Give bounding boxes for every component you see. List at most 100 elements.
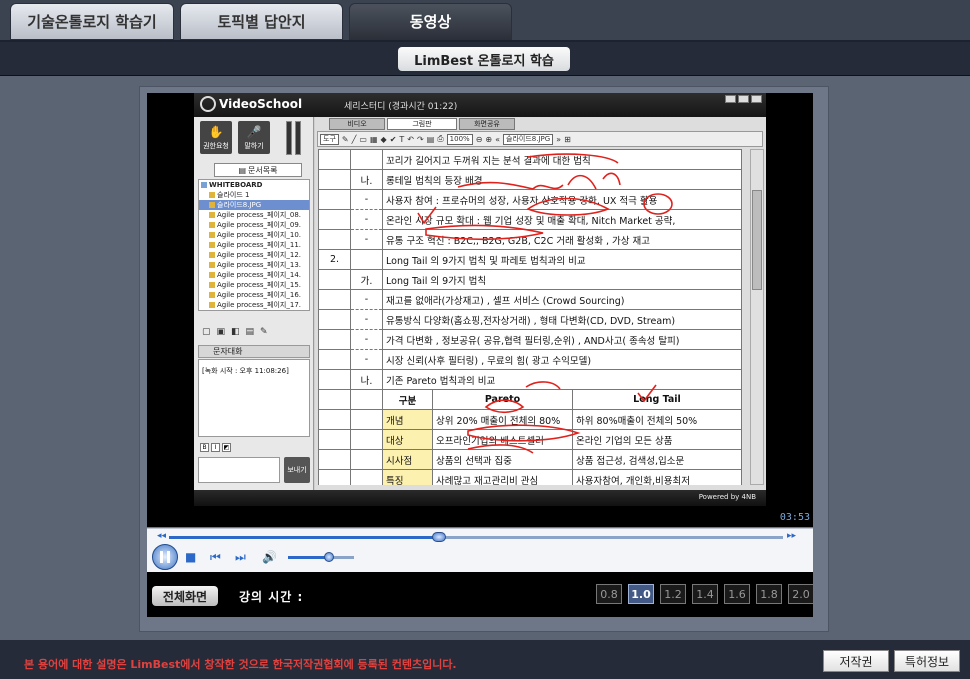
slide-row-text: 재고를 없애라(가상재고) , 셀프 서비스 (Crowd Sourcing): [382, 289, 742, 310]
volume-knob[interactable]: [323, 552, 334, 562]
doc-list-item[interactable]: 슬라이드 1: [199, 190, 309, 200]
session-info: 세리스터디 (경과시간 01:22): [344, 102, 458, 112]
videoschool-logo: VideoSchool: [200, 96, 302, 112]
slide-row-text: Long Tail 의 9가지 법칙 및 파레토 법칙과의 비교: [382, 249, 742, 270]
slide-row-text: 가격 다변화 , 정보공유( 공유,협력 필터링,순위) , AND사고( 종속…: [382, 329, 742, 350]
zoom-in-icon[interactable]: ⊕: [485, 135, 492, 144]
fast-forward-icon[interactable]: ▸▸: [787, 531, 796, 541]
patent-info-button[interactable]: 특허정보: [894, 650, 960, 672]
speak-button[interactable]: 🎤 말하기: [238, 121, 270, 154]
slide-row: - 유통 구조 혁신 : B2C,, B2G, G2B, C2C 거래 활성화 ,…: [318, 229, 742, 250]
slide-row-text: 기존 Pareto 법칙과의 비교: [382, 369, 742, 390]
compare-header: Long Tail: [572, 389, 742, 410]
compare-label: 특징: [382, 469, 433, 485]
pause-button[interactable]: [152, 544, 178, 570]
document-icon: ▤: [238, 165, 247, 175]
tab-video-view[interactable]: 비디오: [329, 118, 385, 130]
doc-list-item[interactable]: WHITEBOARD: [199, 180, 309, 190]
slide-row-text: 사용자 참여 : 프로슈머의 성장, 사용자 상호작용 강화, UX 적극 활용: [382, 189, 742, 210]
doc-list-item[interactable]: 슬라이드11.JPG: [199, 310, 309, 311]
audio-level-sliders[interactable]: [286, 121, 301, 155]
tab-video[interactable]: 동영상: [349, 3, 512, 40]
chat-input[interactable]: [198, 457, 280, 483]
doc-list-item[interactable]: Agile process_페이지_16.: [199, 290, 309, 300]
doc-list-item[interactable]: Agile process_페이지_08.: [199, 210, 309, 220]
rewind-icon[interactable]: ◂◂: [157, 531, 166, 541]
microphone-icon: 🎤: [246, 125, 262, 139]
compare-longtail: 사용자참여, 개인화,비용최저: [572, 469, 742, 485]
speed-button[interactable]: 1.6: [724, 584, 750, 604]
prev-page-icon[interactable]: «: [495, 135, 500, 144]
next-icon[interactable]: ⏭: [235, 551, 246, 563]
page-icon[interactable]: ▤: [427, 135, 435, 144]
redo-icon[interactable]: ↷: [417, 135, 424, 144]
tab-screen-share[interactable]: 화면공유: [459, 118, 515, 130]
tool-select[interactable]: 도구: [320, 133, 339, 145]
fullscreen-button[interactable]: 전체화면: [152, 586, 218, 606]
hand-icon: ✋: [208, 125, 224, 139]
compare-row: 개념 상위 20% 매출이 전체의 80% 하위 80%매출이 전체의 50%: [318, 409, 742, 430]
slide-row: 가. Long Tail 의 9가지 법칙: [318, 269, 742, 290]
doc-list-item[interactable]: Agile process_페이지_17.: [199, 300, 309, 310]
undo-icon[interactable]: ↶: [407, 135, 414, 144]
slide-row-number: [318, 349, 351, 370]
top-tab-bar: 기술온톨로지 학습기 토픽별 답안지 동영상: [0, 0, 970, 42]
volume-icon[interactable]: 🔊: [262, 551, 277, 563]
doc-list-item[interactable]: 슬라이드8.JPG: [199, 200, 309, 210]
doc-list-item[interactable]: Agile process_페이지_09.: [199, 220, 309, 230]
chat-log: [녹화 시작 : 오후 11:08:26]: [198, 359, 310, 437]
slide-row-number: [318, 149, 351, 170]
compare-pareto: 상위 20% 매출이 전체의 80%: [432, 409, 573, 430]
doc-list-item[interactable]: Agile process_페이지_15.: [199, 280, 309, 290]
text-icon[interactable]: T: [399, 135, 404, 144]
tab-ontology-learner[interactable]: 기술온톨로지 학습기: [10, 3, 174, 40]
stop-icon[interactable]: ■: [185, 551, 196, 563]
compare-pareto: 오프라인기업의 베스트셀러: [432, 429, 573, 450]
chat-send-button[interactable]: 보내기: [284, 457, 310, 483]
docs-tab[interactable]: ▤ 문서목록: [214, 163, 302, 177]
speed-button[interactable]: 0.8: [596, 584, 622, 604]
doc-list-item[interactable]: Agile process_페이지_11.: [199, 240, 309, 250]
doc-list-item[interactable]: Agile process_페이지_14.: [199, 270, 309, 280]
check-icon[interactable]: ✔: [390, 135, 397, 144]
volume-slider[interactable]: [288, 552, 354, 562]
doc-list-item[interactable]: Agile process_페이지_10.: [199, 230, 309, 240]
print-icon[interactable]: ⎙: [437, 134, 443, 144]
pen-icon[interactable]: ✎: [342, 135, 349, 144]
tab-topic-answers[interactable]: 토픽별 답안지: [180, 3, 343, 40]
seek-bar[interactable]: [169, 532, 783, 542]
whiteboard-toolbar: 도구 ✎ ╱ ▭ ▦ ◆ ✔ T ↶ ↷ ▤ ⎙ 100% ⊖ ⊕ « 슬라이드: [317, 131, 763, 147]
compare-row: 대상 오프라인기업의 베스트셀러 온라인 기업의 모든 상품: [318, 429, 742, 450]
speed-button[interactable]: 1.0: [628, 584, 654, 604]
speed-button[interactable]: 2.0: [788, 584, 814, 604]
speed-button[interactable]: 1.2: [660, 584, 686, 604]
copyright-notice: 본 용어에 대한 설명은 LimBest에서 창작한 것으로 한국저작권협회에 …: [24, 658, 457, 671]
fill-icon[interactable]: ▦: [370, 135, 378, 144]
seek-knob[interactable]: [432, 532, 447, 542]
doc-list-item[interactable]: Agile process_페이지_12.: [199, 250, 309, 260]
slide-row: - 온라인 시장 규모 확대 : 웹 기업 성장 및 매출 확대, Nitch M…: [318, 209, 742, 230]
zoom-out-icon[interactable]: ⊖: [476, 135, 483, 144]
copyright-button[interactable]: 저작권: [823, 650, 889, 672]
file-select[interactable]: 슬라이드8.JPG: [503, 133, 554, 145]
doc-action-icons[interactable]: ▢▣◧▤✎: [202, 327, 274, 337]
zoom-select[interactable]: 100%: [446, 133, 473, 145]
line-icon[interactable]: ╱: [352, 135, 357, 144]
rect-icon[interactable]: ▭: [359, 135, 367, 144]
speed-button[interactable]: 1.8: [756, 584, 782, 604]
tab-whiteboard[interactable]: 그림판: [387, 118, 457, 130]
document-list: WHITEBOARD 슬라이드 1 슬라이드8.JPG Agile process_페…: [198, 179, 310, 311]
expand-icon[interactable]: ⊞: [564, 135, 571, 144]
app-name: VideoSchool: [219, 97, 303, 111]
next-page-icon[interactable]: »: [556, 135, 561, 144]
eraser-icon[interactable]: ◆: [381, 135, 387, 144]
previous-icon[interactable]: ⏮: [210, 551, 221, 563]
chat-format-buttons[interactable]: B I ◩: [200, 443, 231, 452]
slide-row-number: [318, 369, 351, 390]
slide-row-marker: 가.: [350, 269, 383, 290]
slide-row: - 재고를 없애라(가상재고) , 셀프 서비스 (Crowd Sourcing): [318, 289, 742, 310]
request-permission-button[interactable]: ✋ 권한요청: [200, 121, 232, 154]
speed-button[interactable]: 1.4: [692, 584, 718, 604]
slide-scrollbar[interactable]: [750, 149, 764, 485]
doc-list-item[interactable]: Agile process_페이지_13.: [199, 260, 309, 270]
